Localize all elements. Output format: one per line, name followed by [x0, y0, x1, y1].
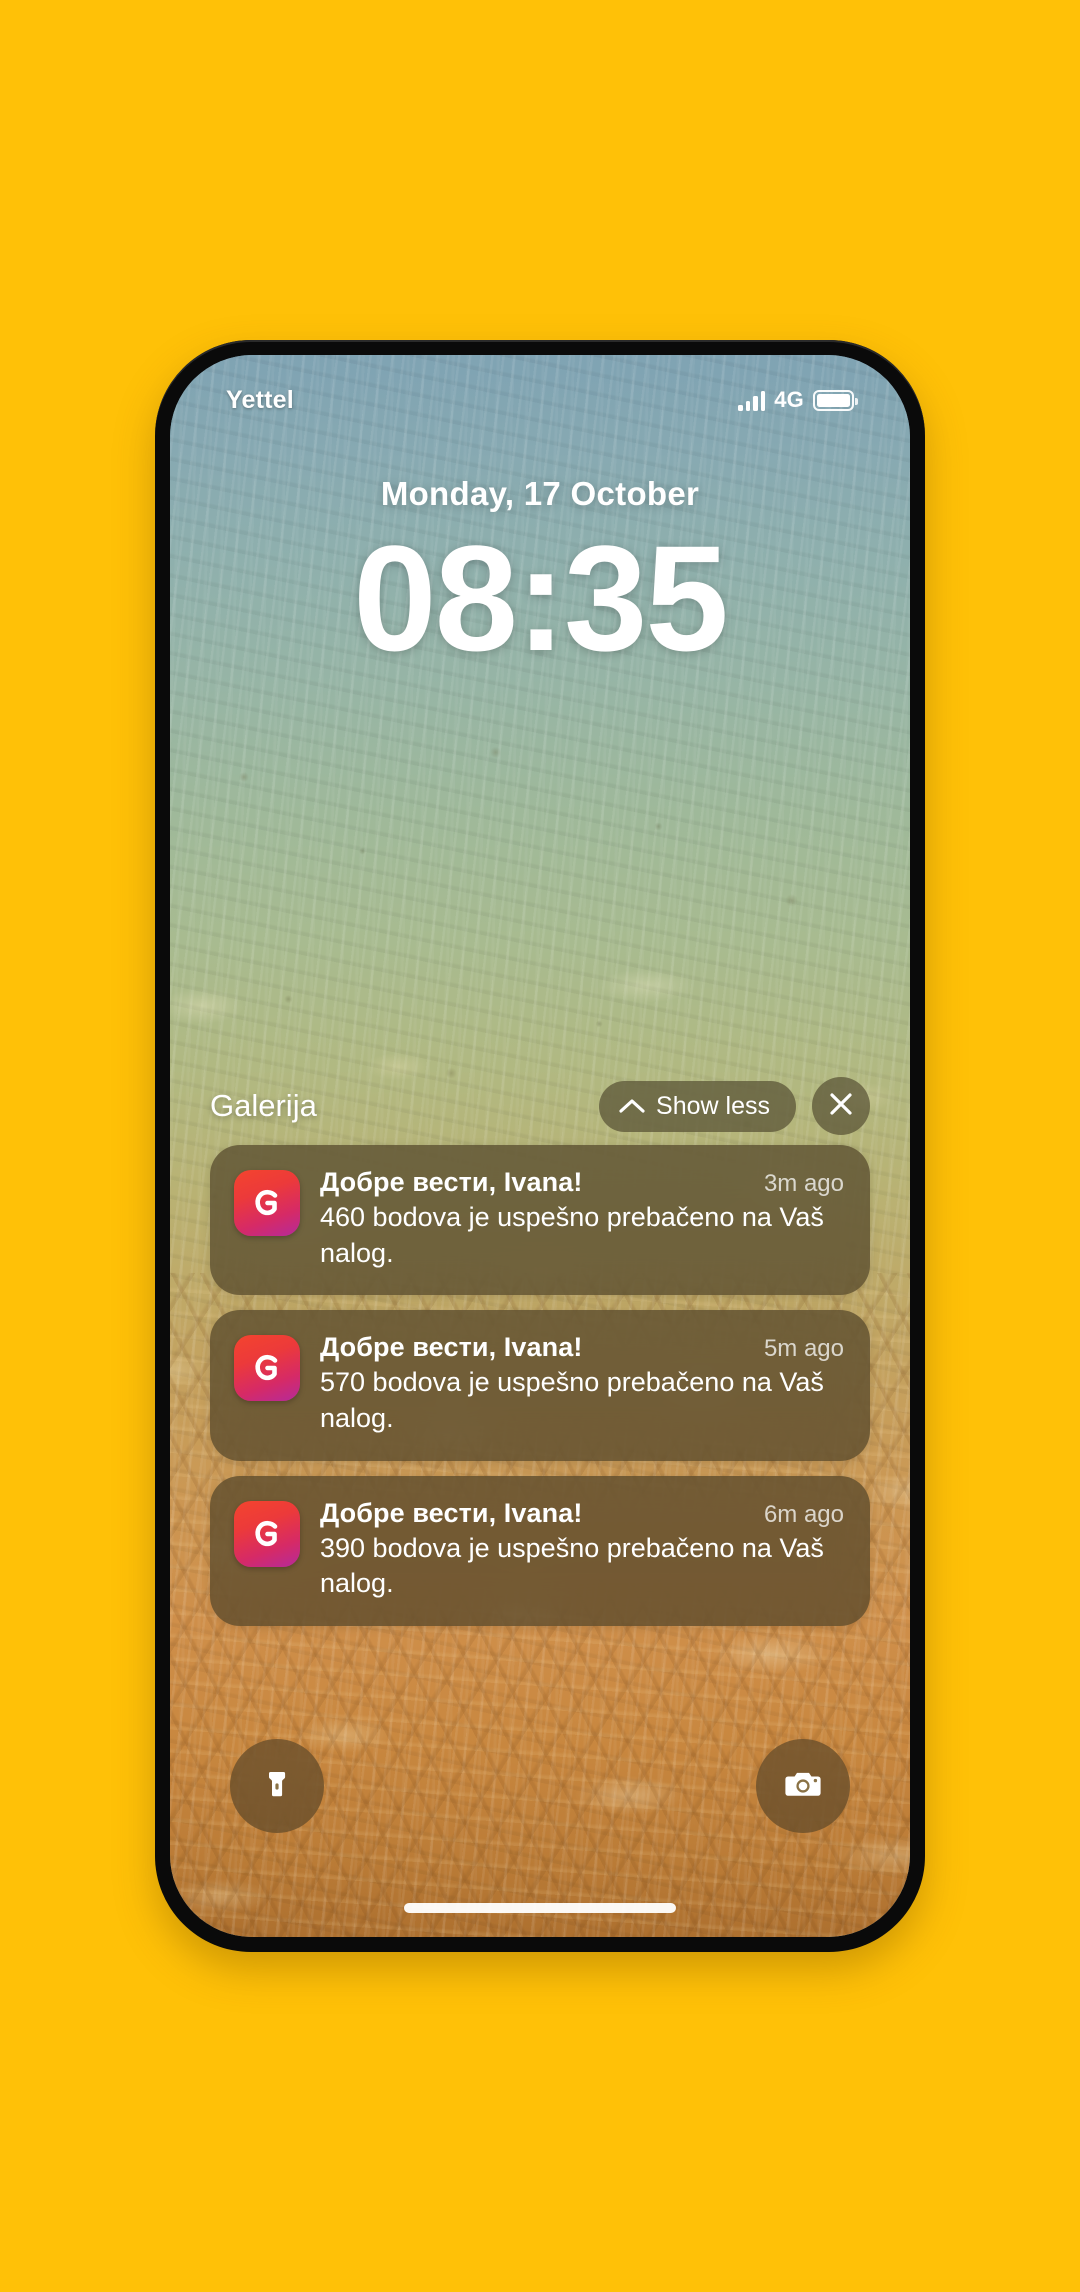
notification-top-row: Добре вести, Ivana! 5m ago [320, 1332, 844, 1363]
notification-top-row: Добре вести, Ivana! 3m ago [320, 1167, 844, 1198]
galerija-app-icon [234, 1170, 300, 1236]
notification-body: Добре вести, Ivana! 3m ago 460 bodova je… [320, 1167, 844, 1271]
notification-timestamp: 5m ago [763, 1335, 844, 1363]
notification-timestamp: 3m ago [763, 1170, 844, 1197]
notification-message: 390 bodova je uspešno prebačeno na Vaš n… [320, 1532, 824, 1599]
lock-screen-time: 08:35 [353, 514, 729, 682]
carrier-label: Yettel [226, 385, 294, 414]
lock-screen-clock: Monday, 17 October 08:35 [170, 475, 910, 678]
notification-title: Добре вести, Ivana! [320, 1497, 583, 1528]
close-notifications-button[interactable] [812, 1077, 870, 1135]
notification-group-title: Galerija [210, 1088, 317, 1123]
signal-bars-icon [738, 390, 766, 411]
notification-timestamp: 6m ago [763, 1500, 844, 1528]
close-icon [828, 1091, 854, 1122]
show-less-button[interactable]: Show less [599, 1080, 796, 1132]
chevron-up-icon [619, 1092, 645, 1121]
show-less-label: Show less [656, 1091, 770, 1120]
phone-screen: Yettel 4G Monday, 17 October 08:35 Galer… [170, 355, 910, 1937]
notification-message: 570 bodova je uspešno prebačeno na Vaš n… [320, 1367, 824, 1433]
notification-body: Добре вести, Ivana! 5m ago 570 bodova je… [320, 1332, 844, 1436]
galerija-app-icon [234, 1500, 300, 1567]
galerija-app-icon [234, 1335, 300, 1402]
status-bar: Yettel 4G [170, 377, 910, 423]
flashlight-icon [257, 1764, 297, 1809]
notification-title: Добре вести, Ivana! [320, 1167, 583, 1197]
notification-body: Добре вести, Ivana! 6m ago 390 bodova je… [320, 1498, 844, 1602]
notification-top-row: Добре вести, Ivana! 6m ago [320, 1498, 844, 1529]
flashlight-button[interactable] [230, 1739, 324, 1833]
phone-device-frame: Yettel 4G Monday, 17 October 08:35 Galer… [155, 340, 925, 1952]
camera-icon [782, 1763, 824, 1810]
network-type-label: 4G [774, 387, 804, 412]
home-indicator[interactable] [404, 1903, 676, 1913]
notification-list: Добре вести, Ivana! 3m ago 460 bodova je… [210, 1145, 870, 1626]
notification-item[interactable]: Добре вести, Ivana! 6m ago 390 bodova je… [210, 1475, 870, 1626]
notification-title: Добре вести, Ivana! [320, 1332, 583, 1363]
notification-group-header: Galerija Show less [210, 1077, 870, 1135]
notification-message: 460 bodova je uspešno prebačeno na Vaš n… [320, 1202, 824, 1268]
battery-full-icon [813, 389, 858, 411]
notification-item[interactable]: Добре вести, Ivana! 3m ago 460 bodova je… [210, 1145, 870, 1296]
status-bar-right-cluster: 4G [738, 387, 858, 413]
notification-item[interactable]: Добре вести, Ivana! 5m ago 570 bodova je… [210, 1310, 870, 1461]
camera-button[interactable] [756, 1739, 850, 1833]
lock-screen-date: Monday, 17 October [380, 475, 700, 512]
